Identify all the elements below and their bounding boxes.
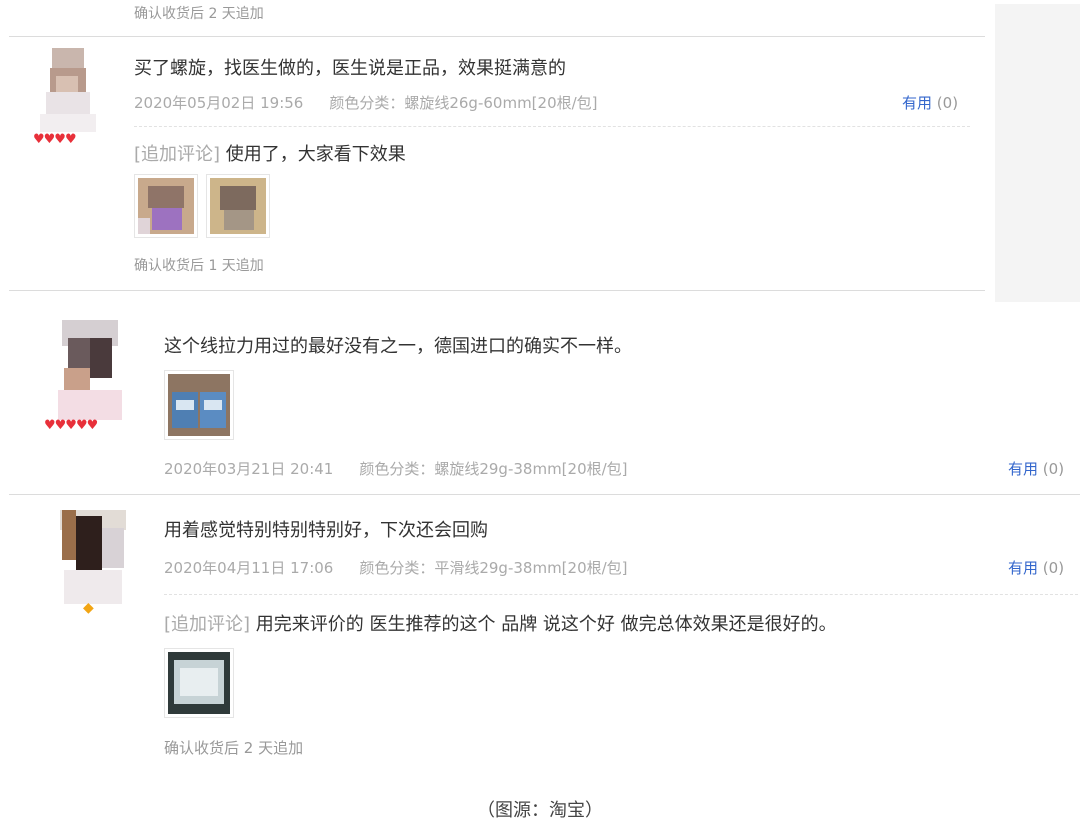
useful-button[interactable]: 有用 (0) bbox=[902, 92, 958, 113]
useful-button[interactable]: 有用 (0) bbox=[1008, 458, 1064, 479]
useful-label: 有用 bbox=[1008, 559, 1039, 577]
append-text: 使用了，大家看下效果 bbox=[220, 144, 406, 165]
append-note: 确认收货后 2 天追加 bbox=[164, 739, 304, 757]
append-note: 确认收货后 2 天追加 bbox=[134, 6, 264, 22]
review-spec: 颜色分类：平滑线29g-38mm[20根/包] bbox=[359, 559, 628, 577]
avatar bbox=[54, 320, 126, 420]
review-date: 2020年05月02日 19:56 bbox=[134, 94, 304, 112]
useful-count: (0) bbox=[936, 94, 959, 112]
review-spec: 颜色分类：螺旋线26g-60mm[20根/包] bbox=[329, 94, 598, 112]
review-photo-thumbnail[interactable] bbox=[164, 648, 234, 718]
divider bbox=[9, 36, 985, 37]
review-meta: 2020年03月21日 20:41 颜色分类：螺旋线29g-38mm[20根/包] bbox=[164, 458, 628, 479]
side-panel bbox=[995, 4, 1080, 302]
review-photo-thumbnail[interactable] bbox=[134, 174, 198, 238]
review-text: 买了螺旋，找医生做的，医生说是正品，效果挺满意的 bbox=[134, 58, 566, 79]
useful-label: 有用 bbox=[1008, 460, 1039, 478]
append-text: 用完来评价的 医生推荐的这个 品牌 说这个好 做完总体效果还是很好的。 bbox=[250, 614, 837, 635]
review-text: 用着感觉特别特别特别好，下次还会回购 bbox=[164, 520, 488, 541]
review-meta: 2020年04月11日 17:06 颜色分类：平滑线29g-38mm[20根/包] bbox=[164, 557, 628, 578]
dashed-divider bbox=[164, 594, 1078, 595]
avatar bbox=[36, 48, 100, 132]
buyer-level-hearts-icon: ♥♥♥♥ bbox=[33, 132, 77, 147]
avatar bbox=[60, 510, 126, 604]
buyer-level-diamond-icon: ◆ bbox=[83, 600, 94, 616]
review-date: 2020年03月21日 20:41 bbox=[164, 460, 334, 478]
review-meta: 2020年05月02日 19:56 颜色分类：螺旋线26g-60mm[20根/包] bbox=[134, 92, 598, 113]
useful-count: (0) bbox=[1042, 559, 1065, 577]
append-note: 确认收货后 1 天追加 bbox=[134, 258, 264, 274]
divider bbox=[9, 494, 1080, 495]
useful-button[interactable]: 有用 (0) bbox=[1008, 557, 1064, 578]
useful-count: (0) bbox=[1042, 460, 1065, 478]
review-date: 2020年04月11日 17:06 bbox=[164, 559, 334, 577]
review-photo-thumbnail[interactable] bbox=[206, 174, 270, 238]
useful-label: 有用 bbox=[902, 94, 933, 112]
append-review: [追加评论] 使用了，大家看下效果 bbox=[134, 140, 406, 166]
review-text: 这个线拉力用过的最好没有之一，德国进口的确实不一样。 bbox=[164, 336, 632, 357]
append-tag: [追加评论] bbox=[164, 614, 251, 635]
divider bbox=[9, 290, 985, 291]
review-photo-thumbnail[interactable] bbox=[164, 370, 234, 440]
append-review: [追加评论] 用完来评价的 医生推荐的这个 品牌 说这个好 做完总体效果还是很好… bbox=[164, 610, 837, 636]
image-source-caption: （图源：淘宝） bbox=[477, 800, 603, 821]
append-tag: [追加评论] bbox=[134, 144, 221, 165]
dashed-divider bbox=[134, 126, 970, 127]
review-spec: 颜色分类：螺旋线29g-38mm[20根/包] bbox=[359, 460, 628, 478]
buyer-level-hearts-icon: ♥♥♥♥♥ bbox=[44, 418, 98, 433]
